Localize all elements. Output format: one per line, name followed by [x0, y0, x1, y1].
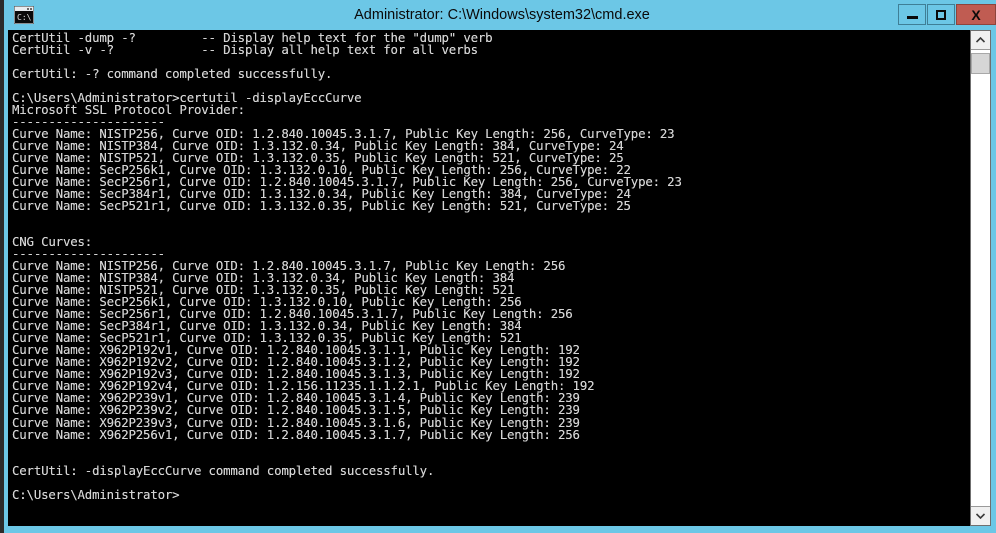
vertical-scrollbar[interactable] — [970, 30, 991, 526]
scroll-up-button[interactable] — [971, 31, 990, 50]
minimize-icon — [906, 16, 918, 19]
console-output-area[interactable]: CertUtil -dump -? -- Display help text f… — [8, 30, 974, 526]
chevron-down-icon — [976, 513, 985, 519]
console-window: C:\ Administrator: C:\Windows\system32\c… — [0, 0, 996, 533]
close-button[interactable]: X — [956, 4, 996, 25]
close-icon: X — [971, 6, 981, 23]
maximize-icon — [936, 9, 946, 20]
minimize-button[interactable] — [898, 4, 926, 25]
title-bar[interactable]: C:\ Administrator: C:\Windows\system32\c… — [4, 0, 996, 30]
scroll-thumb[interactable] — [971, 53, 990, 74]
console-text: CertUtil -dump -? -- Display help text f… — [12, 30, 682, 502]
maximize-button[interactable] — [927, 4, 955, 25]
window-title: Administrator: C:\Windows\system32\cmd.e… — [354, 7, 650, 23]
scroll-down-button[interactable] — [971, 506, 990, 525]
chevron-up-icon — [976, 37, 985, 43]
